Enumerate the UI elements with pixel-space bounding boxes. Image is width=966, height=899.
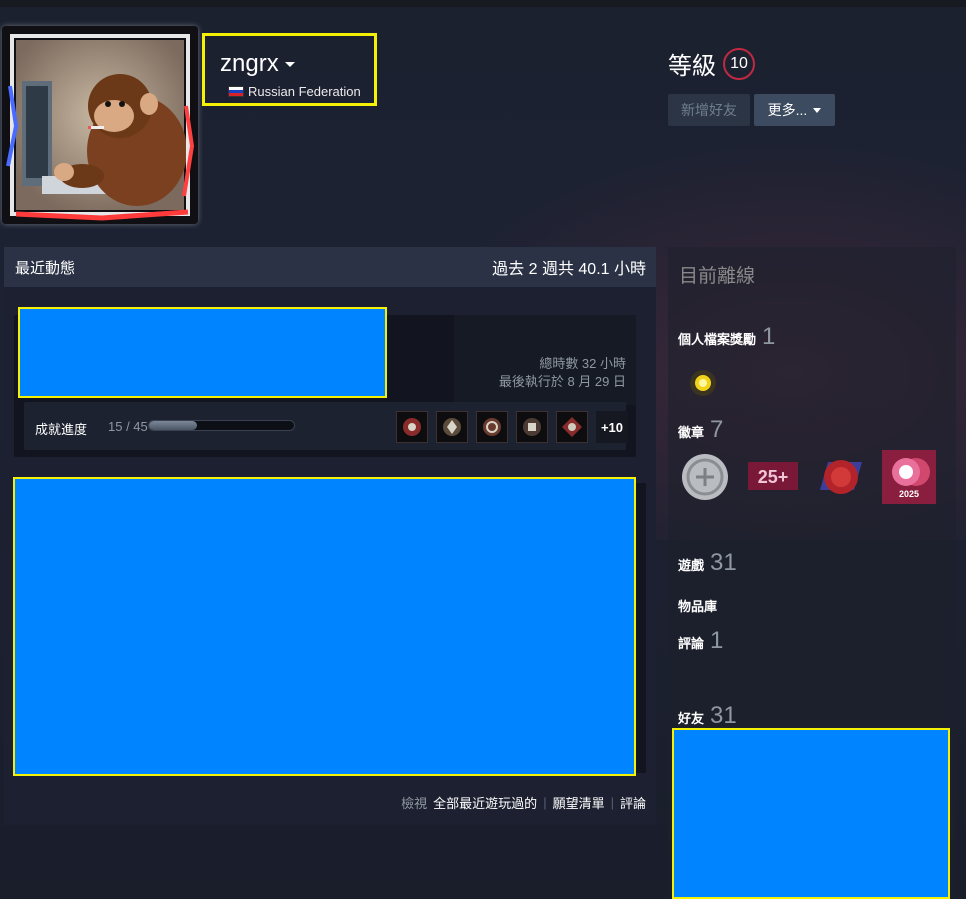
game-last-played: 最後執行於 8 月 29 日 (498, 374, 626, 389)
more-button-label: 更多... (767, 102, 808, 118)
footer-separator: | (610, 795, 614, 810)
awards-count: 1 (762, 323, 776, 350)
top-strip (0, 0, 966, 7)
more-button[interactable]: 更多... (754, 94, 835, 126)
inventory-link[interactable]: 物品庫 (678, 596, 717, 615)
award-sun-icon[interactable] (688, 368, 718, 398)
persona-name-dropdown[interactable]: zngrx (220, 50, 295, 78)
friends-count: 31 (710, 702, 737, 729)
footer-separator: | (543, 795, 547, 810)
achievement-1-icon[interactable] (396, 411, 428, 443)
game-stats: 總時數 32 小時 最後執行於 8 月 29 日 (499, 355, 626, 391)
level-label: 等級 (668, 53, 716, 80)
steam-2025-badge-icon[interactable]: 2025 (882, 450, 936, 504)
level-badge[interactable]: 10 (723, 48, 755, 80)
reviews-count: 1 (710, 627, 724, 654)
years-of-service-badge-icon[interactable]: 25+ (746, 450, 800, 504)
redacted-activity-content (13, 477, 636, 776)
link-wishlist[interactable]: 願望清單 (553, 793, 605, 812)
achievement-4-icon[interactable] (516, 411, 548, 443)
persona-name-block: zngrx Russian Federation (202, 33, 377, 106)
seal-badge-icon[interactable] (814, 450, 868, 504)
recent-hours-summary: 過去 2 週共 40.1 小時 (492, 261, 646, 278)
achievement-count: 15 / 45 (108, 419, 148, 434)
badges-count: 7 (710, 416, 724, 443)
game-total-hours: 總時數 32 小時 (539, 356, 626, 371)
achievement-progress-track (148, 420, 295, 431)
footer-view-label: 檢視 (401, 796, 428, 811)
recent-activity-title: 最近動態 (15, 259, 76, 277)
achievement-5-icon[interactable] (556, 411, 588, 443)
awards-label: 個人檔案獎勵 (678, 332, 757, 347)
friends-link[interactable]: 好友 31 (678, 702, 737, 730)
redacted-game-title (18, 307, 387, 398)
badge-2025-label: 2025 (899, 489, 919, 499)
add-friend-button[interactable]: 新增好友 (668, 94, 750, 126)
games-count: 31 (710, 549, 737, 576)
achievement-3-icon[interactable] (476, 411, 508, 443)
country-line: Russian Federation (228, 84, 361, 99)
achievement-icons (396, 411, 588, 443)
chevron-down-icon (284, 62, 295, 68)
games-link[interactable]: 遊戲 31 (678, 549, 737, 577)
inventory-label: 物品庫 (678, 599, 718, 614)
achievement-label: 成就進度 (35, 422, 88, 437)
reviews-link[interactable]: 評論 1 (678, 627, 723, 655)
profile-avatar[interactable] (2, 26, 198, 224)
more-achievements-button[interactable]: +10 (596, 411, 628, 443)
badge-25-label: 25+ (758, 467, 789, 487)
badges-label: 徽章 (678, 425, 705, 440)
profile-awards-link[interactable]: 個人檔案獎勵 1 (678, 323, 775, 351)
online-status: 目前離線 (679, 266, 756, 287)
link-reviews[interactable]: 評論 (620, 793, 646, 812)
recent-activity-header: 最近動態 過去 2 週共 40.1 小時 (4, 247, 656, 287)
russia-flag-icon (228, 86, 244, 97)
link-all-recent-games[interactable]: 全部最近遊玩過的 (433, 793, 537, 812)
redacted-friends-list (672, 728, 950, 899)
country-name: Russian Federation (248, 84, 361, 99)
chevron-down-icon (813, 107, 822, 113)
recent-activity-footer: 檢視 全部最近遊玩過的 | 願望清單 | 評論 (401, 793, 646, 812)
persona-name: zngrx (220, 50, 279, 77)
coin-badge-icon[interactable] (678, 450, 732, 504)
friends-label: 好友 (678, 711, 705, 726)
achievement-progress-bar[interactable]: 成就進度 15 / 45 +10 (24, 402, 628, 450)
achievement-progress-fill (149, 421, 198, 430)
badges-link[interactable]: 徽章 7 (678, 416, 723, 444)
badge-list: 25+ 2025 (678, 450, 936, 504)
reviews-label: 評論 (678, 636, 705, 651)
achievement-2-icon[interactable] (436, 411, 468, 443)
games-label: 遊戲 (678, 558, 705, 573)
